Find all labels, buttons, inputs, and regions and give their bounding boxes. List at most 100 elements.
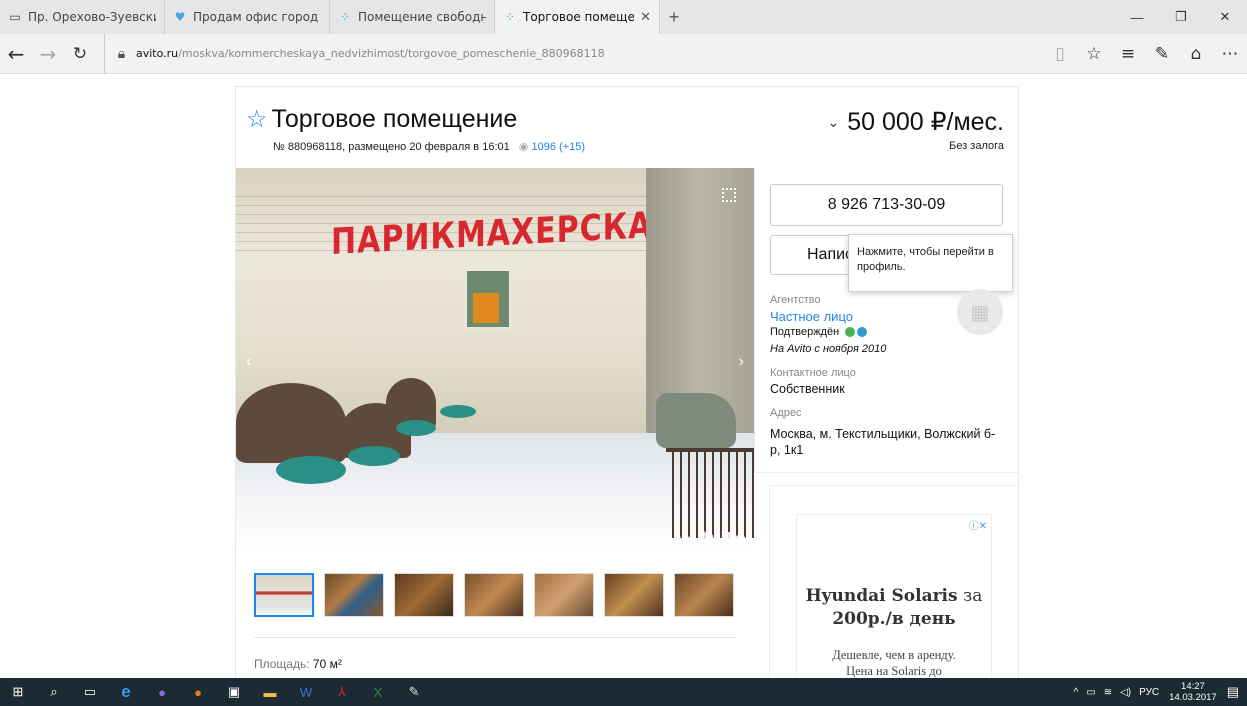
viber-icon[interactable]: ● <box>144 678 180 706</box>
phone-verified-icon <box>845 327 856 338</box>
views-value: 1096 (+15) <box>531 141 585 153</box>
watermark-text: Avito <box>696 529 746 549</box>
verified-label: Подтверждён <box>770 326 840 338</box>
page-icon: ▭ <box>9 10 21 24</box>
favorite-star-icon[interactable]: ☆ <box>246 107 268 132</box>
tab-label: Помещение свободного на <box>358 10 486 24</box>
maximize-button[interactable]: ❐ <box>1159 0 1203 34</box>
battery-icon[interactable]: ▭ <box>1086 687 1095 698</box>
refresh-button[interactable]: ↻ <box>64 34 96 74</box>
address-bar: ← → ↻ 🔒︎ avito.ru/moskva/kommercheskaya_… <box>0 33 1247 74</box>
thumbnail[interactable] <box>324 573 384 617</box>
ad-block: ⓘ✕ Hyundai Solaris за 200р./в день Дешев… <box>769 485 1018 678</box>
file-explorer-icon[interactable]: ▬ <box>252 678 288 706</box>
chevron-up-icon[interactable]: ^ <box>1074 687 1079 698</box>
thumbnail[interactable] <box>394 573 454 617</box>
wifi-icon[interactable]: ≋ <box>1104 687 1112 698</box>
close-window-button[interactable]: ✕ <box>1203 0 1247 34</box>
area-value: 70 м² <box>312 657 342 671</box>
tab-label: Продам офис город Москва <box>193 10 321 24</box>
divider <box>254 637 736 638</box>
map-pin-icon: ♥ <box>174 10 186 24</box>
fullscreen-icon[interactable] <box>722 188 736 202</box>
photo-bags <box>656 393 736 448</box>
clock-date: 14.03.2017 <box>1169 692 1217 703</box>
thumbnail[interactable] <box>534 573 594 617</box>
address-label: Адрес <box>770 407 802 419</box>
clock[interactable]: 14:27 14.03.2017 <box>1169 681 1217 703</box>
chevron-left-icon[interactable]: ‹ <box>246 353 251 371</box>
member-since: На Avito с ноября 2010 <box>770 343 887 355</box>
hub-icon[interactable]: ≡ <box>1111 34 1145 74</box>
seller-sidebar: 8 926 713-30-09 Напис Нажмите, чтобы пер… <box>754 168 1018 473</box>
edge-icon[interactable]: e <box>108 678 144 706</box>
ad-title-line2: 200р./в день <box>832 609 956 629</box>
new-tab-button[interactable]: + <box>660 0 688 34</box>
photo-pot <box>440 405 476 418</box>
ad-desc-line1: Дешевле, чем в аренду. <box>832 648 956 662</box>
volume-icon[interactable]: ◁) <box>1120 687 1131 698</box>
reading-view-icon[interactable]: ▯ <box>1043 34 1077 74</box>
notifications-icon[interactable]: ▤ <box>1227 684 1239 700</box>
system-tray: ^ ▭ ≋ ◁) РУС 14:27 14.03.2017 ▤ <box>1070 678 1247 706</box>
lock-icon: 🔒︎ <box>104 33 128 74</box>
tab-4-active[interactable]: ⁘ Торговое помещение - ✕ <box>495 0 660 34</box>
minimize-button[interactable]: — <box>1115 0 1159 34</box>
thumbnail[interactable] <box>254 573 314 617</box>
favorite-star-icon[interactable]: ☆ <box>1077 34 1111 74</box>
tab-3[interactable]: ⁘ Помещение свободного на <box>330 0 495 34</box>
excel-icon[interactable]: X <box>360 678 396 706</box>
url-domain: avito.ru <box>136 47 179 60</box>
back-button[interactable]: ← <box>0 34 32 74</box>
tab-2[interactable]: ♥ Продам офис город Москва <box>165 0 330 34</box>
share-icon[interactable]: ⌂ <box>1179 34 1213 74</box>
close-tab-icon[interactable]: ✕ <box>640 10 651 25</box>
firefox-icon[interactable]: ● <box>180 678 216 706</box>
listing-title: Торговое помещение <box>271 105 518 133</box>
ad-banner[interactable]: ⓘ✕ Hyundai Solaris за 200р./в день Дешев… <box>796 514 992 678</box>
main-photo[interactable]: ПАРИКМАХЕРСКАЯ ‹ › ⁘ Avito <box>236 168 754 557</box>
language-indicator[interactable]: РУС <box>1139 687 1159 698</box>
tab-1[interactable]: ▭ Пр. Орехово-Зуевский, д.8 <box>0 0 165 34</box>
title-row: ☆ Торговое помещение <box>246 105 517 134</box>
url-field[interactable]: avito.ru/moskva/kommercheskaya_nedvizhim… <box>136 47 605 60</box>
address-value: Москва, м. Текстильщики, Волжский б-р, 1… <box>770 427 996 457</box>
task-view-icon[interactable]: ▭ <box>72 678 108 706</box>
window-controls: — ❐ ✕ <box>1115 0 1247 34</box>
ad-close-icon[interactable]: ⓘ✕ <box>969 517 987 532</box>
ad-title: Hyundai Solaris за 200р./в день <box>797 585 991 631</box>
thumbnail[interactable] <box>464 573 524 617</box>
seller-profile-link[interactable]: Частное лицо <box>770 309 853 324</box>
listing-meta-text: № 880968118, размещено 20 февраля в 16:0… <box>273 141 510 153</box>
photo-pot <box>348 446 400 466</box>
verified-row: Подтверждён <box>770 326 868 338</box>
word-icon[interactable]: W <box>288 678 324 706</box>
views-count[interactable]: ◉ 1096 (+15) <box>519 141 585 153</box>
url-path: /moskva/kommercheskaya_nedvizhimost/torg… <box>178 47 605 60</box>
clock-time: 14:27 <box>1181 681 1205 692</box>
acrobat-icon[interactable]: ⅄ <box>324 678 360 706</box>
photo-pot <box>276 456 346 484</box>
photo-plant <box>236 383 346 463</box>
paint-icon[interactable]: ✎ <box>396 678 432 706</box>
web-note-icon[interactable]: ✎ <box>1145 34 1179 74</box>
phone-button[interactable]: 8 926 713-30-09 <box>770 184 1003 226</box>
price[interactable]: ⌄ 50 000 ₽/мес. <box>827 107 1004 137</box>
chevron-right-icon[interactable]: › <box>739 353 744 371</box>
listing-meta: № 880968118, размещено 20 февраля в 16:0… <box>273 140 585 153</box>
seller-avatar[interactable]: ▦ <box>957 289 1003 335</box>
forward-button[interactable]: → <box>32 34 64 74</box>
tab-label: Торговое помещение - <box>523 10 635 24</box>
deposit: Без залога <box>949 140 1004 152</box>
store-icon[interactable]: ▣ <box>216 678 252 706</box>
more-icon[interactable]: ⋯ <box>1213 34 1247 74</box>
thumbnail[interactable] <box>604 573 664 617</box>
ad-desc-line2: Цена на Solaris до <box>846 664 942 678</box>
avito-icon: ⁘ <box>504 10 516 24</box>
search-icon[interactable]: ⌕ <box>36 678 72 706</box>
windows-start-icon[interactable]: ⊞ <box>0 678 36 706</box>
avito-watermark: ⁘ Avito <box>677 529 746 549</box>
eye-icon: ◉ <box>518 141 532 153</box>
browser-toolbar: ▯ ☆ ≡ ✎ ⌂ ⋯ <box>1043 34 1247 74</box>
thumbnail[interactable] <box>674 573 734 617</box>
